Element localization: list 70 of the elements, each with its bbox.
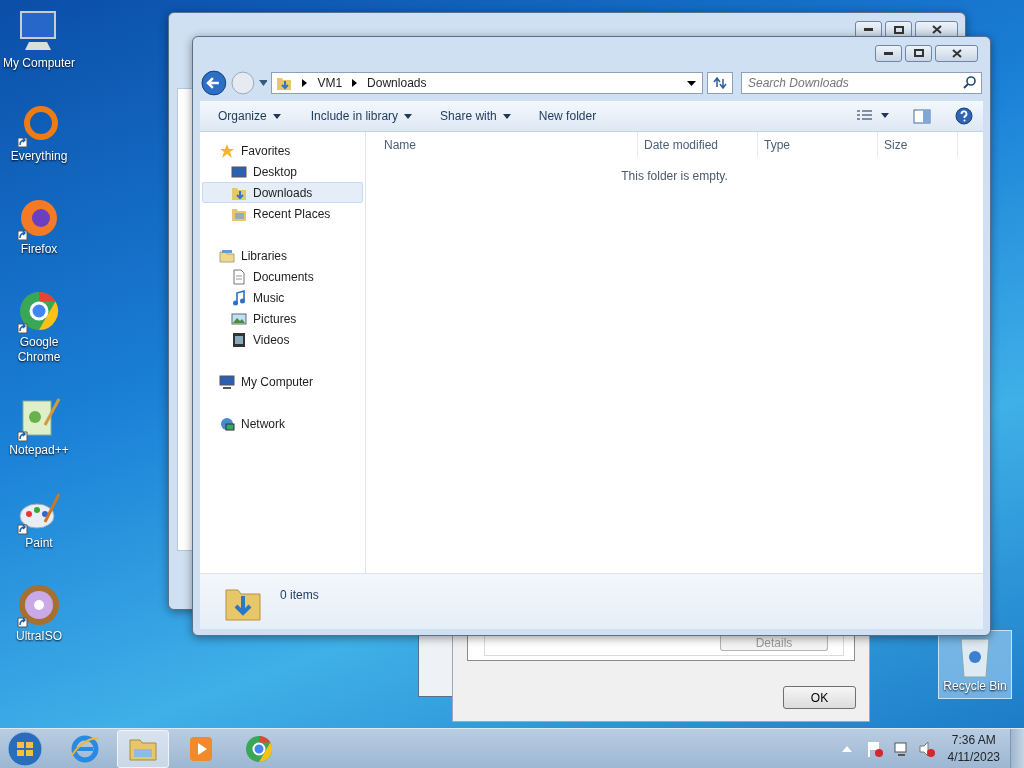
volume-muted-icon[interactable] (917, 739, 936, 758)
minimize-button[interactable] (875, 44, 902, 62)
navigation-item[interactable]: Downloads (202, 182, 363, 203)
close-icon (951, 48, 962, 58)
video-icon (231, 331, 247, 348)
desktop-icon-label[interactable]: Notepad++ (9, 443, 69, 458)
toolbar-button[interactable]: New folder (530, 104, 605, 128)
maximize-button[interactable] (905, 44, 932, 62)
navigation-item[interactable]: Music (202, 287, 363, 308)
navigation-item[interactable]: Pictures (202, 308, 363, 329)
minimize-icon (884, 51, 893, 55)
action-center-flag-icon[interactable] (865, 739, 884, 758)
breadcrumb-arrow-icon[interactable] (302, 79, 308, 87)
navigation-item[interactable]: My Computer (202, 371, 363, 392)
history-caret-icon[interactable] (258, 80, 268, 86)
navigation-item[interactable]: Desktop (202, 161, 363, 182)
toolbar-button[interactable]: Share with (432, 104, 519, 128)
navigation-item[interactable]: Documents (202, 266, 363, 287)
close-button[interactable] (935, 44, 978, 62)
document-icon (231, 268, 247, 285)
column-header[interactable]: Date modified (638, 132, 758, 157)
refresh-icon[interactable] (712, 76, 729, 90)
view-options-icon[interactable] (857, 109, 891, 123)
clock-date[interactable]: 4/11/2023 (947, 748, 1000, 766)
column-header[interactable]: Name (378, 132, 638, 157)
toolbar-button[interactable]: Include in library (302, 104, 421, 128)
column-header[interactable]: Size (878, 132, 958, 157)
navigation-item[interactable]: Recent Places (202, 203, 363, 224)
folder-download-icon (276, 75, 293, 91)
desktop-icon-label[interactable]: Everything (10, 149, 68, 164)
breadcrumb-arrow-icon[interactable] (352, 79, 358, 87)
item-count: 0 items (280, 586, 319, 604)
address-bar[interactable]: VM1 Downloads (271, 72, 704, 94)
dropdown-caret-icon[interactable] (687, 80, 697, 86)
library-icon (219, 247, 235, 264)
close-icon (931, 25, 942, 34)
back-button[interactable] (201, 70, 227, 96)
recycle-bin-label: Recycle Bin (943, 679, 1007, 694)
ok-button[interactable]: OK (783, 686, 856, 709)
caret-icon (272, 113, 281, 119)
network-icon (219, 415, 235, 432)
navigation-item[interactable]: Favorites (202, 140, 363, 161)
network-icon[interactable] (891, 739, 910, 758)
toolbar-button[interactable]: Organize (210, 104, 289, 128)
help-icon[interactable] (955, 107, 973, 125)
minimize-icon (864, 28, 873, 31)
music-icon (231, 289, 247, 306)
computer-icon (219, 373, 235, 390)
desktop-icon-label[interactable]: My Computer (3, 56, 75, 71)
desktop-icon-label[interactable]: Firefox (20, 242, 58, 257)
column-header[interactable]: Type (758, 132, 878, 157)
picture-icon (231, 310, 247, 327)
star-icon (219, 142, 235, 159)
breadcrumb-item[interactable]: Downloads (367, 74, 427, 92)
search-icon[interactable] (963, 76, 976, 89)
maximize-icon (893, 25, 904, 34)
caret-icon (404, 113, 413, 119)
trash-can-icon (957, 635, 993, 679)
navigation-item[interactable]: Libraries (202, 245, 363, 266)
desktop-icon-label[interactable]: Google Chrome (0, 335, 78, 365)
clock-time[interactable]: 7:36 AM (951, 731, 996, 749)
caret-icon (502, 113, 511, 119)
desktop-icon (231, 163, 247, 180)
empty-folder-message: This folder is empty. (621, 168, 728, 185)
navigation-item[interactable]: Network (202, 413, 363, 434)
maximize-icon (913, 49, 924, 57)
start-button[interactable] (5, 729, 45, 768)
navigation-item[interactable]: Videos (202, 329, 363, 350)
breadcrumb-item[interactable]: VM1 (317, 74, 343, 92)
search-field[interactable]: Search Downloads (741, 72, 982, 94)
